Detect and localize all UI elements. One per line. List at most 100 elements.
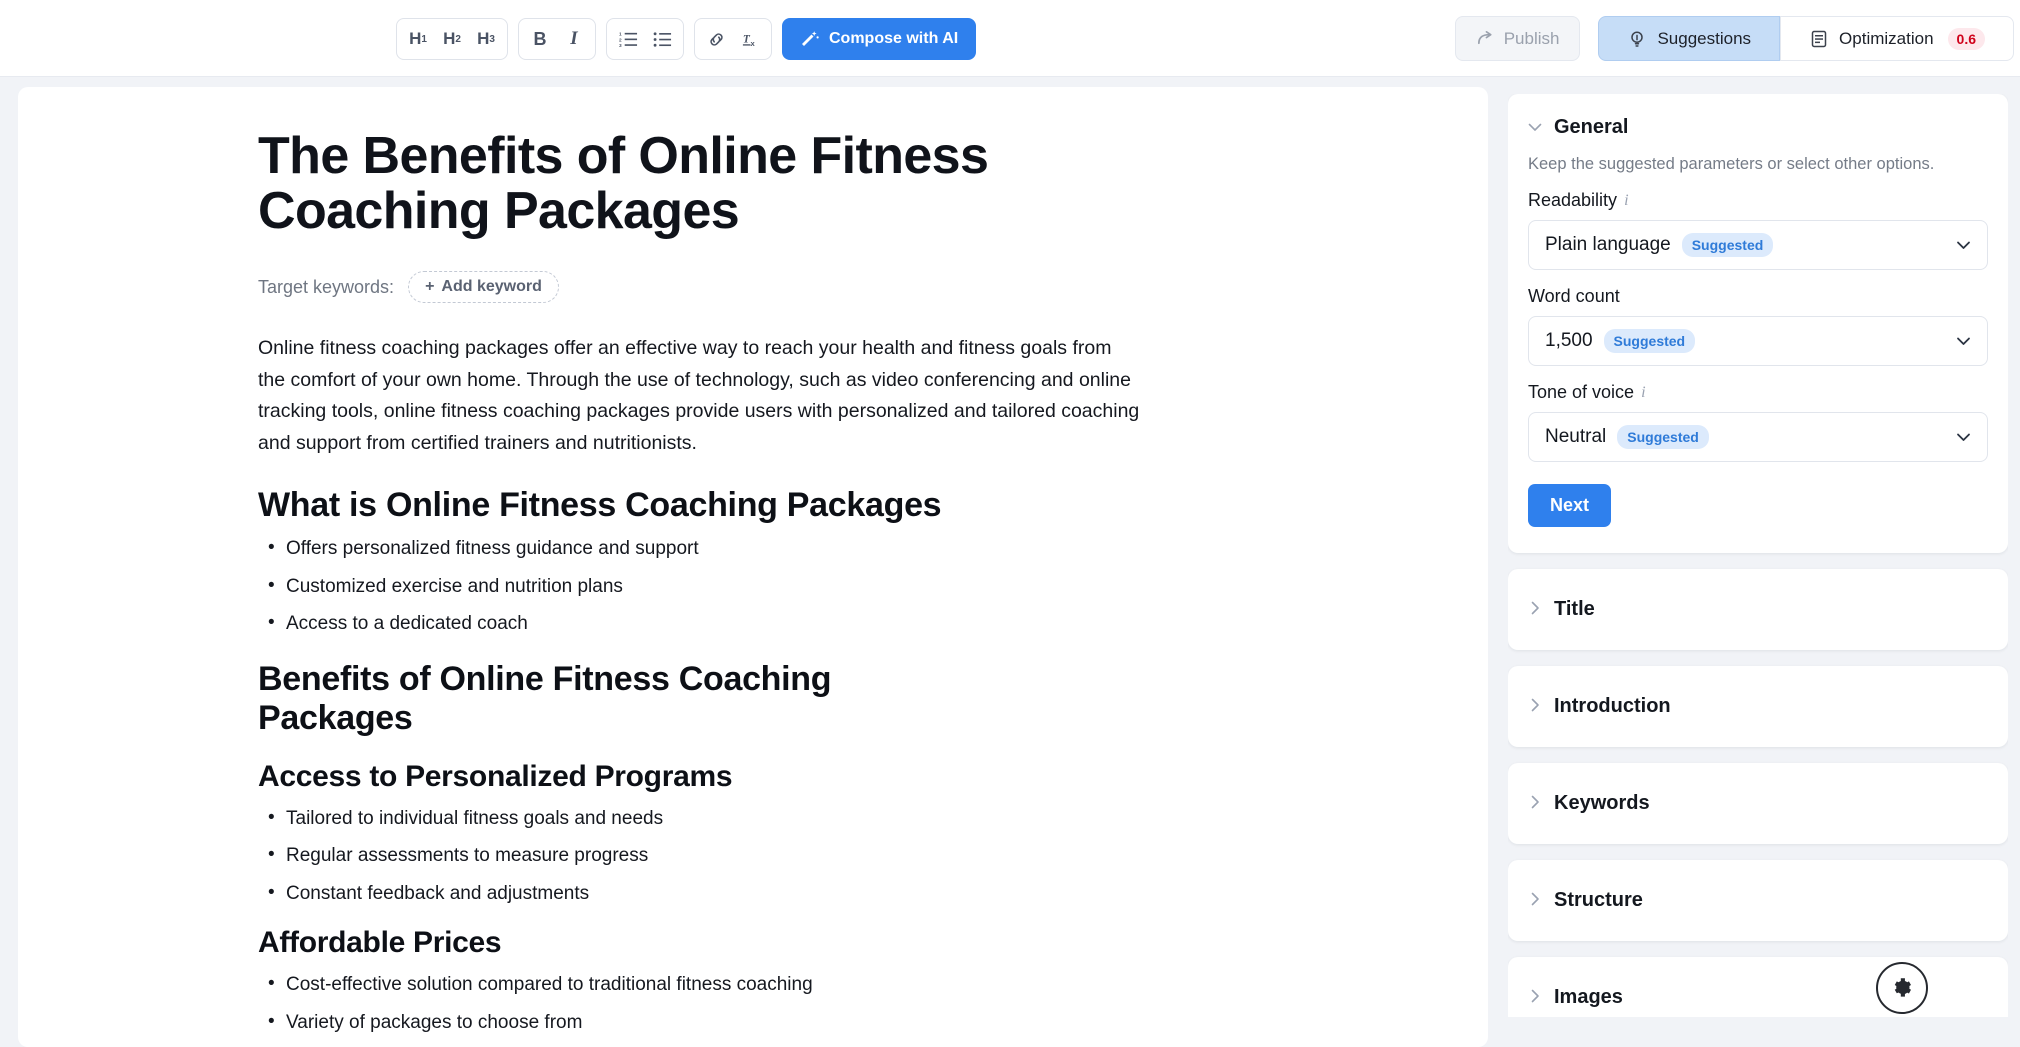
bullet-list-icon <box>653 31 671 47</box>
info-icon[interactable]: i <box>1641 384 1645 402</box>
section-heading-affordable-prices[interactable]: Affordable Prices <box>258 926 1408 961</box>
editor-format-toolbar: H1 H2 H3 B I 1 2 3 T x Compose with AI <box>396 18 977 60</box>
sidebar-section-keywords[interactable]: Keywords <box>1508 763 2008 844</box>
list-item[interactable]: Access to a dedicated coach <box>258 612 1408 634</box>
page-title[interactable]: The Benefits of Online Fitness Coaching … <box>258 128 1068 239</box>
heading-1-label: H <box>409 29 422 48</box>
chevron-right-icon <box>1528 892 1542 910</box>
chevron-down-icon <box>1956 429 1971 446</box>
add-keyword-button[interactable]: + Add keyword <box>408 271 559 304</box>
sidebar-section-keywords-label: Keywords <box>1554 792 1650 814</box>
sidebar-section-images[interactable]: Images <box>1508 957 2008 1017</box>
tone-of-voice-select[interactable]: Neutral Suggested <box>1528 412 1988 462</box>
lightbulb-icon <box>1631 30 1644 47</box>
publish-label: Publish <box>1503 28 1560 48</box>
list-item[interactable]: Tailored to individual fitness goals and… <box>258 807 1408 829</box>
tab-optimization[interactable]: Optimization 0.6 <box>1780 16 2014 61</box>
list-item[interactable]: Regular assessments to measure progress <box>258 844 1408 866</box>
chevron-down-icon <box>1956 237 1971 254</box>
add-keyword-label: Add keyword <box>441 278 542 296</box>
word-count-value: 1,500 <box>1545 330 1593 351</box>
section-heading-personalized-programs[interactable]: Access to Personalized Programs <box>258 760 1408 795</box>
word-count-label: Word count <box>1528 286 1620 306</box>
tone-of-voice-label-row: Tone of voice i <box>1528 382 1988 403</box>
sidebar-section-structure-row[interactable]: Structure <box>1508 860 2008 941</box>
next-button[interactable]: Next <box>1528 484 1612 527</box>
heading-2-label: H <box>443 29 456 48</box>
publish-button[interactable]: Publish <box>1454 16 1581 61</box>
target-keywords-label: Target keywords: <box>258 276 395 297</box>
heading-3-button[interactable]: H3 <box>469 22 503 56</box>
general-panel-header[interactable]: General <box>1528 116 1988 139</box>
bullet-list-what-is: Offers personalized fitness guidance and… <box>258 537 1408 634</box>
toolbar-right-actions: Publish Suggestions Optimization 0.6 <box>1454 16 2014 61</box>
sidebar-section-structure[interactable]: Structure <box>1508 860 2008 941</box>
heading-2-button[interactable]: H2 <box>435 22 469 56</box>
document-editor-card: The Benefits of Online Fitness Coaching … <box>18 87 1488 1047</box>
list-item[interactable]: Variety of packages to choose from <box>258 1011 1408 1033</box>
svg-text:3: 3 <box>619 43 622 49</box>
gear-icon <box>1894 978 1911 997</box>
tone-of-voice-label: Tone of voice <box>1528 382 1635 402</box>
heading-1-button[interactable]: H1 <box>401 22 435 56</box>
italic-button[interactable]: I <box>557 22 591 56</box>
list-item[interactable]: Offers personalized fitness guidance and… <box>258 537 1408 559</box>
sidebar-section-introduction[interactable]: Introduction <box>1508 666 2008 747</box>
general-panel-description: Keep the suggested parameters or select … <box>1528 155 1935 173</box>
section-heading-benefits[interactable]: Benefits of Online Fitness Coaching Pack… <box>258 660 978 738</box>
readability-select[interactable]: Plain language Suggested <box>1528 220 1988 270</box>
tab-suggestions[interactable]: Suggestions <box>1598 16 1781 61</box>
ordered-list-icon: 1 2 3 <box>619 31 637 49</box>
link-button[interactable] <box>699 22 733 56</box>
tone-of-voice-value: Neutral <box>1545 426 1607 447</box>
sidebar-section-introduction-label: Introduction <box>1554 695 1671 717</box>
sidebar-section-title[interactable]: Title <box>1508 569 2008 650</box>
section-heading-what-is[interactable]: What is Online Fitness Coaching Packages <box>258 486 978 525</box>
chevron-right-icon <box>1528 601 1542 619</box>
document-content: The Benefits of Online Fitness Coaching … <box>18 87 1488 1047</box>
settings-fab-button[interactable] <box>1876 962 1928 1014</box>
chevron-right-icon <box>1528 989 1542 1007</box>
info-icon[interactable]: i <box>1624 192 1628 210</box>
plus-icon: + <box>425 278 435 296</box>
heading-3-sub: 3 <box>489 33 495 45</box>
clear-formatting-button[interactable]: T x <box>733 22 767 56</box>
sidebar-section-introduction-row[interactable]: Introduction <box>1508 666 2008 747</box>
heading-button-group: H1 H2 H3 <box>396 18 508 60</box>
suggestions-sidebar: General Keep the suggested parameters or… <box>1508 94 2008 1017</box>
sidebar-section-images-label: Images <box>1554 986 1623 1008</box>
ordered-list-button[interactable]: 1 2 3 <box>611 22 645 56</box>
tone-of-voice-suggested-tag: Suggested <box>1617 425 1709 449</box>
readability-suggested-tag: Suggested <box>1681 233 1774 257</box>
word-count-label-row: Word count <box>1528 286 1988 307</box>
clear-formatting-icon: T x <box>742 33 755 48</box>
svg-text:1: 1 <box>619 31 622 37</box>
compose-with-ai-button[interactable]: Compose with AI <box>782 18 977 60</box>
link-icon <box>709 32 723 46</box>
top-toolbar: H1 H2 H3 B I 1 2 3 T x Compose with AI P… <box>0 0 2020 77</box>
bullet-list-affordable-prices: Cost-effective solution compared to trad… <box>258 973 1408 1047</box>
sidebar-section-images-row[interactable]: Images <box>1508 957 2008 1017</box>
readability-value: Plain language <box>1545 234 1671 255</box>
readability-label: Readability <box>1528 190 1618 210</box>
magic-wand-icon <box>802 31 819 46</box>
word-count-suggested-tag: Suggested <box>1603 329 1696 353</box>
tab-suggestions-label: Suggestions <box>1657 28 1752 48</box>
word-count-select[interactable]: 1,500 Suggested <box>1528 316 1988 366</box>
intro-paragraph[interactable]: Online fitness coaching packages offer a… <box>258 333 1143 459</box>
bullet-list-button[interactable] <box>645 22 679 56</box>
bold-button[interactable]: B <box>523 22 557 56</box>
tab-optimization-label: Optimization <box>1839 28 1934 48</box>
svg-text:x: x <box>750 39 755 48</box>
list-item[interactable]: Customized exercise and nutrition plans <box>258 575 1408 597</box>
heading-3-label: H <box>477 29 490 48</box>
sidebar-section-title-row[interactable]: Title <box>1508 569 2008 650</box>
svg-text:2: 2 <box>619 37 622 43</box>
sidebar-section-keywords-row[interactable]: Keywords <box>1508 763 2008 844</box>
chevron-down-icon <box>1956 333 1971 350</box>
general-panel: General Keep the suggested parameters or… <box>1508 94 2008 553</box>
list-item[interactable]: Cost-effective solution compared to trad… <box>258 973 1408 995</box>
list-item[interactable]: Constant feedback and adjustments <box>258 882 1408 904</box>
insert-button-group: T x <box>694 18 772 60</box>
sidebar-section-title-label: Title <box>1554 598 1595 620</box>
